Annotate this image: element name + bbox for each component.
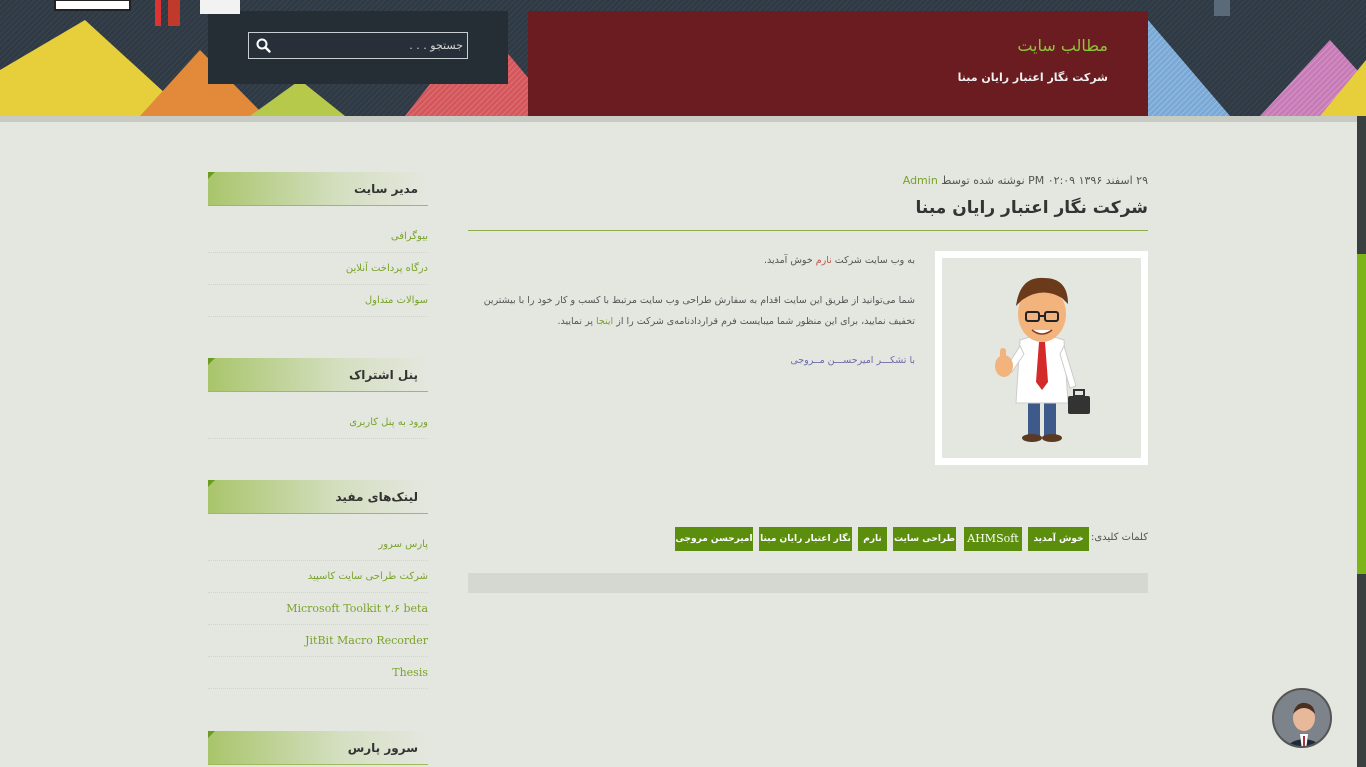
- site-title[interactable]: مطالب سایت: [1017, 36, 1108, 55]
- tag-ahmsoft[interactable]: AHMSoft: [964, 527, 1022, 551]
- page-scrollbar[interactable]: [1357, 116, 1366, 767]
- post-meta: ۲۹ اسفند ۱۳۹۶ ۰۲:۰۹ PM نوشته شده توسط Ad…: [903, 174, 1148, 187]
- body-line-2-prefix: تخفیف نمایید، برای این منظور شما میبایست…: [616, 316, 915, 327]
- site-description: شرکت نگار اعتبار رایان مبنا: [957, 71, 1108, 84]
- widget-title: پنل اشتراک: [349, 368, 418, 382]
- tag-negar-etebar[interactable]: نگار اعتبار رایان مبنا: [759, 527, 852, 551]
- signature-text: با تشکـــر امیرحســـن مــروجی: [790, 355, 915, 366]
- intro-prefix: به وب سایت شرکت: [834, 255, 915, 266]
- header-background: [0, 0, 1366, 116]
- search-icon[interactable]: [254, 36, 274, 56]
- tags-label: کلمات کلیدی:: [1090, 532, 1148, 543]
- sidebar-link-microsoft-toolkit[interactable]: Microsoft Toolkit ۲.۶ beta: [208, 593, 428, 625]
- post-footer-bar: [468, 573, 1148, 593]
- sidebar-link-pars-server[interactable]: پارس سرور: [208, 529, 428, 561]
- widget-header-subscription: پنل اشتراک: [208, 358, 428, 392]
- chat-avatar-button[interactable]: [1272, 688, 1332, 748]
- tag-narm[interactable]: نارم: [858, 527, 887, 551]
- site-header: مطالب سایت شرکت نگار اعتبار رایان مبنا: [0, 0, 1366, 116]
- post-intro: به وب سایت شرکت نارم خوش آمدید.: [468, 250, 915, 271]
- post-image: [935, 251, 1148, 465]
- post-date: ۲۹ اسفند ۱۳۹۶ ۰۲:۰۹ PM نوشته شده توسط: [941, 174, 1148, 187]
- intro-suffix: خوش آمدید.: [763, 255, 813, 266]
- sidebar-link-payment-gateway[interactable]: درگاه پرداخت آنلاین: [208, 253, 428, 285]
- widget-title: سرور پارس: [347, 741, 418, 755]
- body-line-2-suffix: پر نمایید.: [557, 316, 593, 327]
- header-divider: [0, 116, 1366, 122]
- widget-header-server-pars: سرور پارس: [208, 731, 428, 765]
- tag-amirhasan[interactable]: امیرحسن مروجی: [675, 527, 753, 551]
- sidebar-link-biography[interactable]: بیوگرافی: [208, 221, 428, 253]
- sidebar-link-faq[interactable]: سوالات متداول: [208, 285, 428, 317]
- brand-link[interactable]: نارم: [816, 255, 832, 266]
- tag-web-design[interactable]: طراحی سایت: [893, 527, 956, 551]
- post-body: شما می‌توانید از طریق این سایت اقدام به …: [468, 290, 915, 332]
- widget-header-site-admin: مدیر سایت: [208, 172, 428, 206]
- sidebar-link-jitbit[interactable]: JitBit Macro Recorder: [208, 625, 428, 657]
- sidebar-link-user-panel[interactable]: ورود به پنل کاربری: [208, 407, 428, 439]
- here-link[interactable]: اینجا: [596, 316, 613, 327]
- widget-title: مدیر سایت: [353, 182, 418, 196]
- post-author-link[interactable]: Admin: [903, 174, 938, 187]
- post-signature: با تشکـــر امیرحســـن مــروجی: [468, 350, 915, 371]
- scrollbar-thumb[interactable]: [1357, 254, 1366, 574]
- body-line-2: تخفیف نمایید، برای این منظور شما میبایست…: [468, 311, 915, 332]
- widget-title: لینک‌های مفید: [335, 490, 419, 504]
- widget-header-useful-links: لینک‌های مفید: [208, 480, 428, 514]
- post-title[interactable]: شرکت نگار اعتبار رایان مبنا: [468, 198, 1148, 231]
- sidebar-link-thesis[interactable]: Thesis: [208, 657, 428, 689]
- avatar-icon: [1274, 690, 1330, 746]
- businessman-illustration: [995, 277, 1090, 442]
- body-line-1: شما می‌توانید از طریق این سایت اقدام به …: [483, 295, 915, 306]
- tag-welcome[interactable]: خوش آمدید: [1028, 527, 1089, 551]
- sidebar-link-caspid[interactable]: شرکت طراحی سایت کاسپید: [208, 561, 428, 593]
- search-input[interactable]: [275, 35, 463, 56]
- search-box: [248, 32, 468, 59]
